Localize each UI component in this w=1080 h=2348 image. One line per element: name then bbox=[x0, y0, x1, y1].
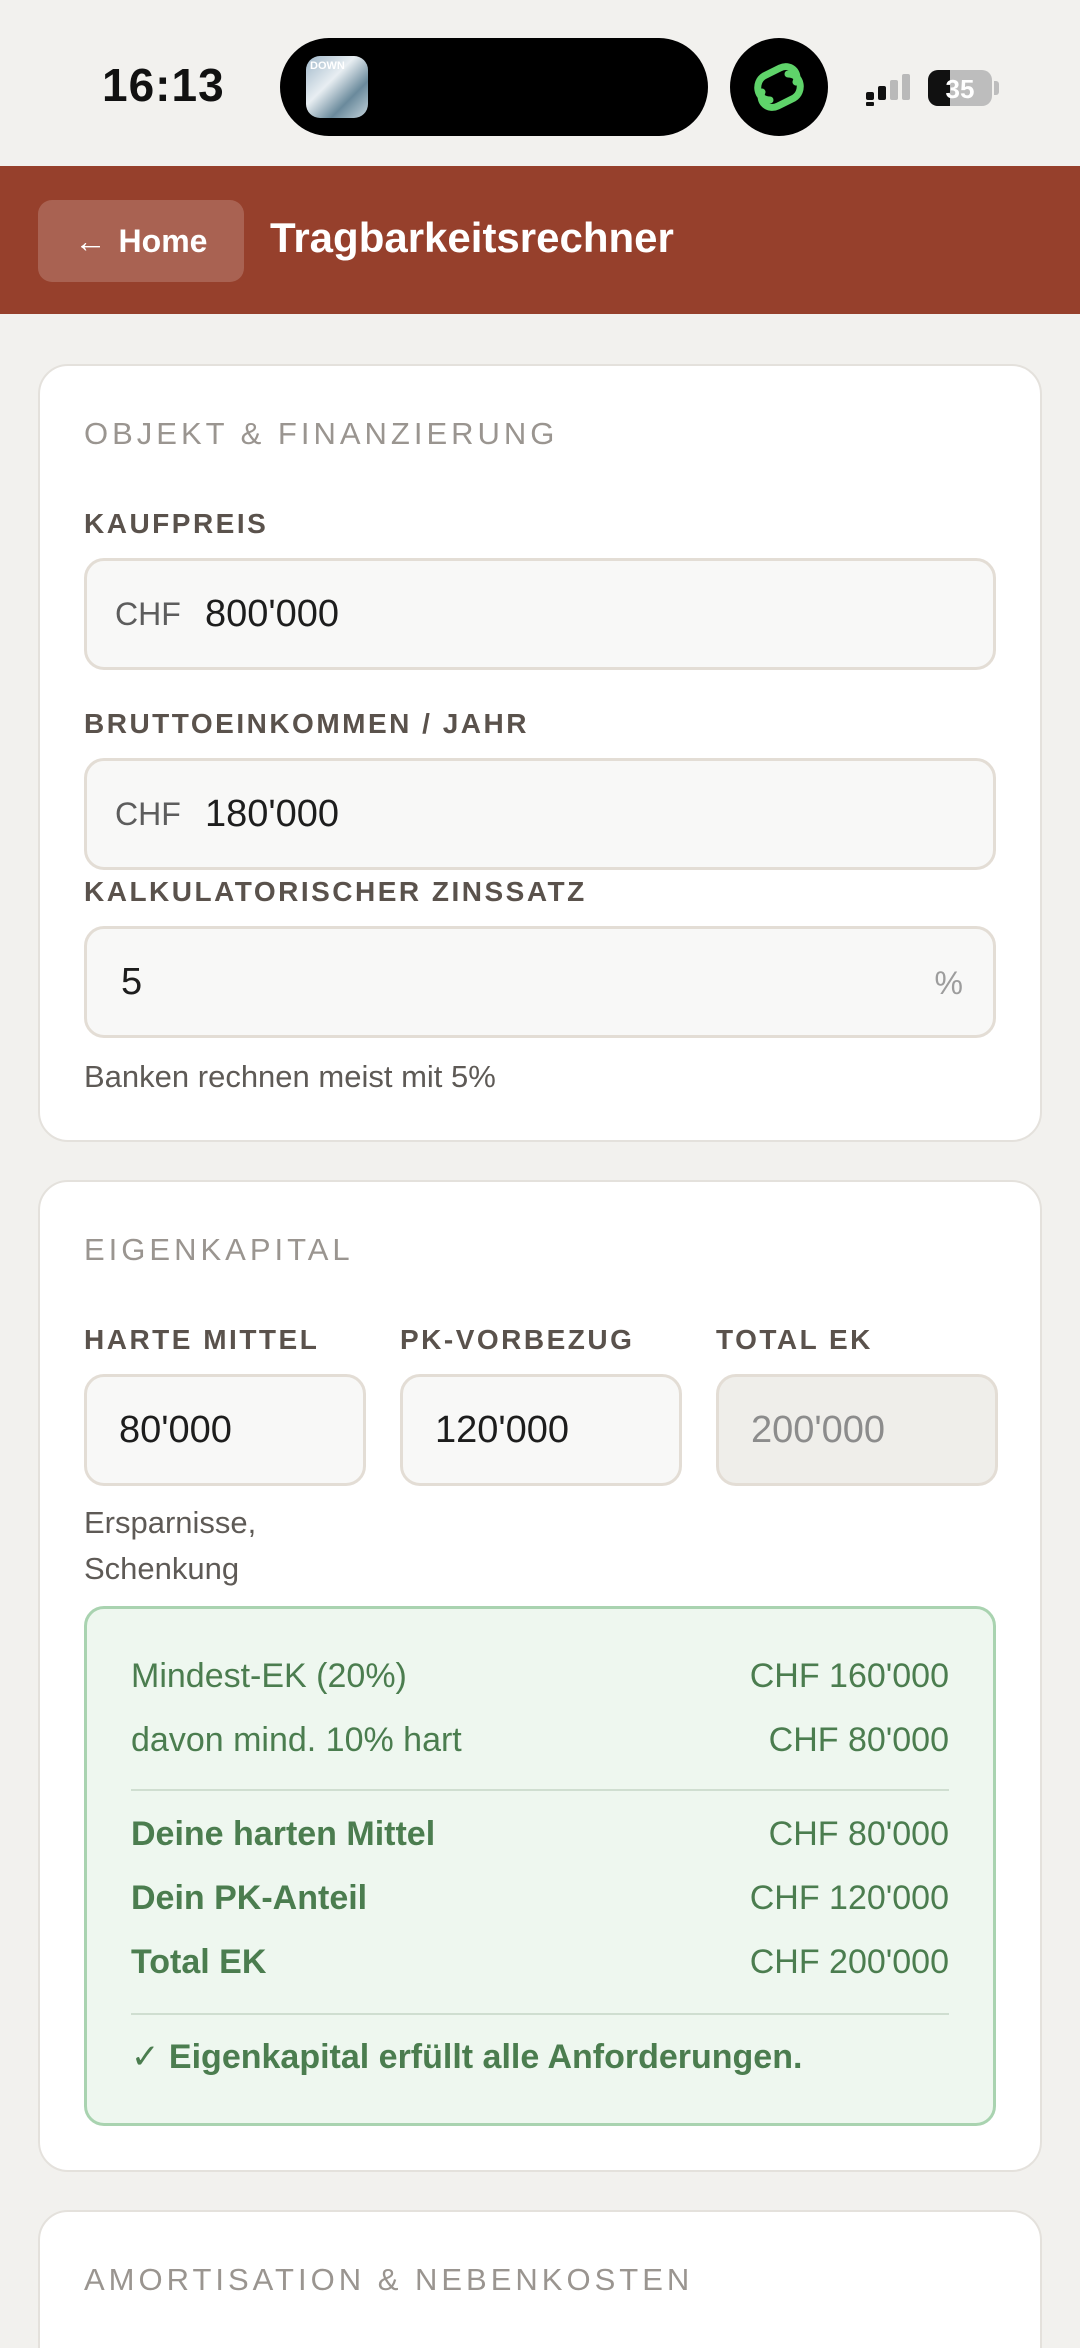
summary-value: CHF 80'000 bbox=[768, 1721, 949, 1759]
kaufpreis-label: KAUFPREIS bbox=[84, 508, 269, 539]
eigenkapital-card: EIGENKAPITAL HARTE MITTEL PK-VORBEZUG TO… bbox=[38, 1180, 1042, 2172]
summary-label: Deine harten Mittel bbox=[131, 1815, 436, 1853]
currency-prefix: CHF bbox=[115, 796, 181, 832]
einkommen-input[interactable]: CHF 180'000 bbox=[84, 758, 996, 870]
zinssatz-label: KALKULATORISCHER ZINSSATZ bbox=[84, 876, 587, 907]
objekt-finanzierung-card: OBJEKT & FINANZIERUNG KAUFPREIS CHF 800'… bbox=[38, 364, 1042, 1142]
amortisation-card: AMORTISATION & NEBENKOSTEN bbox=[38, 2210, 1042, 2348]
harte-mittel-hint-2: Schenkung bbox=[84, 1551, 240, 1586]
arrow-left-icon: ← bbox=[74, 223, 107, 259]
section-title-eigenkapital: EIGENKAPITAL bbox=[84, 1232, 354, 1267]
harte-mittel-input[interactable]: 80'000 bbox=[84, 1374, 366, 1486]
sync-link-icon[interactable] bbox=[730, 38, 828, 136]
percent-suffix: % bbox=[934, 965, 963, 1001]
total-ek-value: 200'000 bbox=[751, 1409, 886, 1451]
total-ek-field: 200'000 bbox=[716, 1374, 998, 1486]
home-button[interactable]: ← Home bbox=[38, 200, 244, 282]
signal-icon bbox=[866, 74, 910, 106]
summary-label: Total EK bbox=[131, 1943, 267, 1981]
pk-vorbezug-value: 120'000 bbox=[435, 1409, 570, 1451]
zinssatz-input[interactable]: 5 % bbox=[84, 926, 996, 1038]
harte-mittel-value: 80'000 bbox=[119, 1409, 232, 1451]
summary-divider bbox=[131, 2013, 949, 2015]
page-title: Tragbarkeitsrechner bbox=[270, 214, 674, 261]
summary-value: CHF 200'000 bbox=[749, 1943, 949, 1981]
einkommen-label: BRUTTOEINKOMMEN / JAHR bbox=[84, 708, 529, 739]
einkommen-value: 180'000 bbox=[205, 793, 340, 835]
summary-row: Total EK CHF 200'000 bbox=[131, 1943, 949, 1982]
summary-label: Mindest-EK (20%) bbox=[131, 1657, 407, 1695]
harte-mittel-label: HARTE MITTEL bbox=[84, 1324, 320, 1355]
pk-vorbezug-label: PK-VORBEZUG bbox=[400, 1324, 635, 1355]
eigenkapital-status-message: ✓ Eigenkapital erfüllt alle Anforderunge… bbox=[131, 2038, 803, 2076]
summary-row: Deine harten Mittel CHF 80'000 bbox=[131, 1815, 949, 1854]
eigenkapital-summary: Mindest-EK (20%) CHF 160'000 davon mind.… bbox=[84, 1606, 996, 2126]
battery-level: 35 bbox=[945, 74, 975, 104]
zinssatz-value: 5 bbox=[121, 961, 143, 1003]
summary-row: davon mind. 10% hart CHF 80'000 bbox=[131, 1721, 949, 1760]
harte-mittel-hint-1: Ersparnisse, bbox=[84, 1505, 257, 1540]
pk-vorbezug-input[interactable]: 120'000 bbox=[400, 1374, 682, 1486]
app-thumbnail-icon[interactable]: DOWN bbox=[306, 56, 368, 118]
battery-icon: 35 bbox=[928, 70, 992, 106]
summary-divider bbox=[131, 1789, 949, 1791]
app-thumbnail-text: DOWN bbox=[310, 60, 345, 72]
status-time: 16:13 bbox=[102, 59, 225, 111]
summary-value: CHF 120'000 bbox=[749, 1879, 949, 1917]
total-ek-label: TOTAL EK bbox=[716, 1324, 873, 1355]
summary-label: davon mind. 10% hart bbox=[131, 1721, 462, 1759]
status-bar: 16:13 DOWN 35 bbox=[0, 0, 1080, 166]
summary-row: Dein PK-Anteil CHF 120'000 bbox=[131, 1879, 949, 1918]
app-header: ← Home Tragbarkeitsrechner bbox=[0, 166, 1080, 314]
summary-value: CHF 160'000 bbox=[749, 1657, 949, 1695]
summary-row: Mindest-EK (20%) CHF 160'000 bbox=[131, 1657, 949, 1696]
summary-label: Dein PK-Anteil bbox=[131, 1879, 368, 1917]
section-title-objekt: OBJEKT & FINANZIERUNG bbox=[84, 416, 559, 451]
kaufpreis-value: 800'000 bbox=[205, 593, 340, 635]
currency-prefix: CHF bbox=[115, 596, 181, 632]
summary-value: CHF 80'000 bbox=[768, 1815, 949, 1853]
zinssatz-hint: Banken rechnen meist mit 5% bbox=[84, 1059, 496, 1094]
kaufpreis-input[interactable]: CHF 800'000 bbox=[84, 558, 996, 670]
section-title-amortisation: AMORTISATION & NEBENKOSTEN bbox=[84, 2262, 694, 2297]
dynamic-island[interactable]: DOWN bbox=[280, 38, 708, 136]
home-button-label: Home bbox=[118, 222, 208, 259]
